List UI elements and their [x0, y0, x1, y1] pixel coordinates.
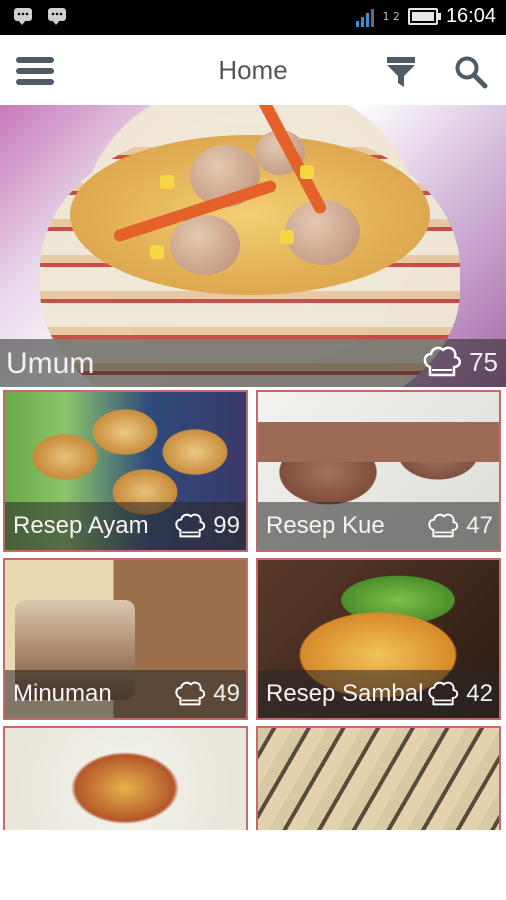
recipe-count: 42 [466, 680, 493, 707]
tile-overlay: Resep Sambal 42 [258, 670, 499, 718]
app-bar: Home [0, 35, 506, 106]
message-icon [14, 8, 34, 25]
featured-category-card[interactable]: Umum 75 [0, 105, 506, 387]
clock: 16:04 [445, 5, 496, 27]
page-title: Home [218, 55, 288, 85]
category-tile-minuman[interactable]: Minuman 49 [3, 558, 248, 720]
notification-icons [14, 8, 68, 25]
category-name: Resep Sambal [266, 680, 424, 707]
status-bar: 1 2 16:04 [0, 0, 506, 35]
recipe-count: 99 [213, 512, 240, 539]
filter-icon[interactable] [385, 55, 417, 89]
category-name: Umum [6, 347, 95, 380]
chef-hat-icon [423, 346, 461, 377]
search-icon[interactable] [454, 55, 488, 89]
chef-hat-icon [175, 681, 206, 706]
tile-overlay: Minuman 49 [5, 670, 246, 718]
chef-hat-icon [428, 681, 459, 706]
featured-overlay: Umum 75 [0, 339, 506, 387]
category-name: Resep Ayam [13, 512, 149, 539]
battery-icon [407, 8, 441, 25]
recipe-count: 75 [469, 347, 498, 377]
category-name: Minuman [13, 680, 112, 707]
category-tile-resep-ayam[interactable]: Resep Ayam 99 [3, 390, 248, 552]
category-name: Resep Kue [266, 512, 385, 539]
tile-overlay: Resep Ayam 99 [5, 502, 246, 550]
tile-overlay: Resep Kue 47 [258, 502, 499, 550]
message-icon [48, 8, 68, 25]
chef-hat-icon [175, 513, 206, 538]
sim-indicator: 1 2 [382, 10, 400, 23]
category-tile-resep-sambal[interactable]: Resep Sambal 42 [256, 558, 501, 720]
recipe-count: 49 [213, 680, 240, 707]
blank-area [0, 830, 506, 900]
chef-hat-icon [428, 513, 459, 538]
signal-icon [356, 7, 375, 27]
recipe-count: 47 [466, 512, 493, 539]
category-tile-resep-kue[interactable]: Resep Kue 47 [256, 390, 501, 552]
